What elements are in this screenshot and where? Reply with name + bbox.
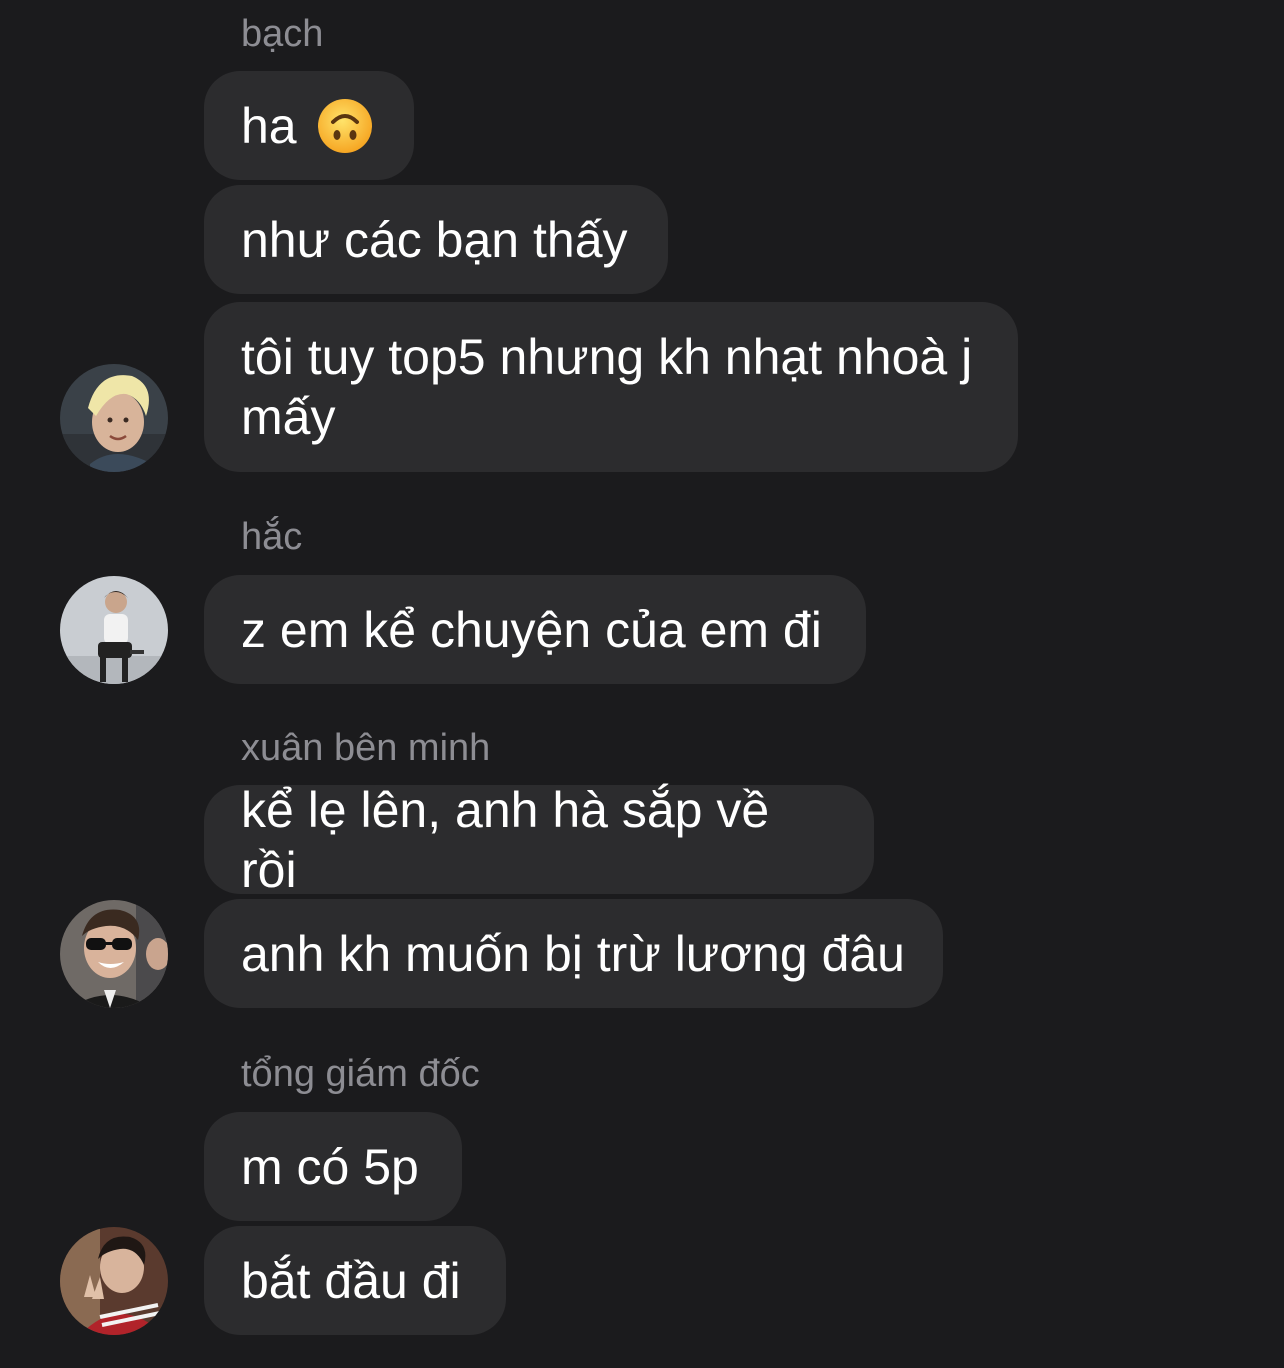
message-bubble[interactable]: bắt đầu đi bbox=[204, 1226, 506, 1335]
sender-name: xuân bên minh bbox=[241, 727, 491, 769]
message-bubble[interactable]: kể lẹ lên, anh hà sắp về rồi bbox=[204, 782, 874, 898]
avatar-image bbox=[60, 576, 168, 684]
avatar-image bbox=[60, 1227, 168, 1335]
avatar[interactable] bbox=[60, 576, 168, 684]
sender-name: tổng giám đốc bbox=[241, 1053, 480, 1095]
message-text: kể lẹ lên, anh hà sắp về rồi bbox=[241, 781, 784, 898]
message-text: bắt đầu đi bbox=[241, 1252, 461, 1309]
message-text: ha bbox=[241, 97, 297, 154]
message-text: như các bạn thấy bbox=[241, 211, 628, 268]
message-bubble[interactable]: ha bbox=[204, 71, 414, 180]
message-text: m có 5p bbox=[241, 1138, 419, 1195]
message-bubble[interactable]: m có 5p bbox=[204, 1112, 462, 1221]
message-bubble[interactable]: tôi tuy top5 nhưng kh nhạt nhoà j mấy bbox=[204, 302, 1018, 472]
message-text: z em kể chuyện của em đi bbox=[241, 601, 822, 658]
avatar-image bbox=[60, 900, 168, 1008]
message-text: tôi tuy top5 nhưng kh nhạt nhoà j mấy bbox=[241, 329, 987, 445]
avatar-image bbox=[60, 364, 168, 472]
avatar[interactable] bbox=[60, 900, 168, 1008]
message-bubble[interactable]: anh kh muốn bị trừ lương đâu bbox=[204, 899, 943, 1008]
avatar[interactable] bbox=[60, 1227, 168, 1335]
chat-thread: bạch ha như các bạn thấy tôi tuy top5 nh… bbox=[0, 0, 1284, 1368]
message-bubble[interactable]: z em kể chuyện của em đi bbox=[204, 575, 866, 684]
message-text: anh kh muốn bị trừ lương đâu bbox=[241, 925, 905, 982]
message-bubble[interactable]: như các bạn thấy bbox=[204, 185, 668, 294]
avatar[interactable] bbox=[60, 364, 168, 472]
sender-name: bạch bbox=[241, 13, 324, 55]
sender-name: hắc bbox=[241, 516, 303, 558]
upside-down-face-emoji-icon bbox=[317, 98, 373, 154]
